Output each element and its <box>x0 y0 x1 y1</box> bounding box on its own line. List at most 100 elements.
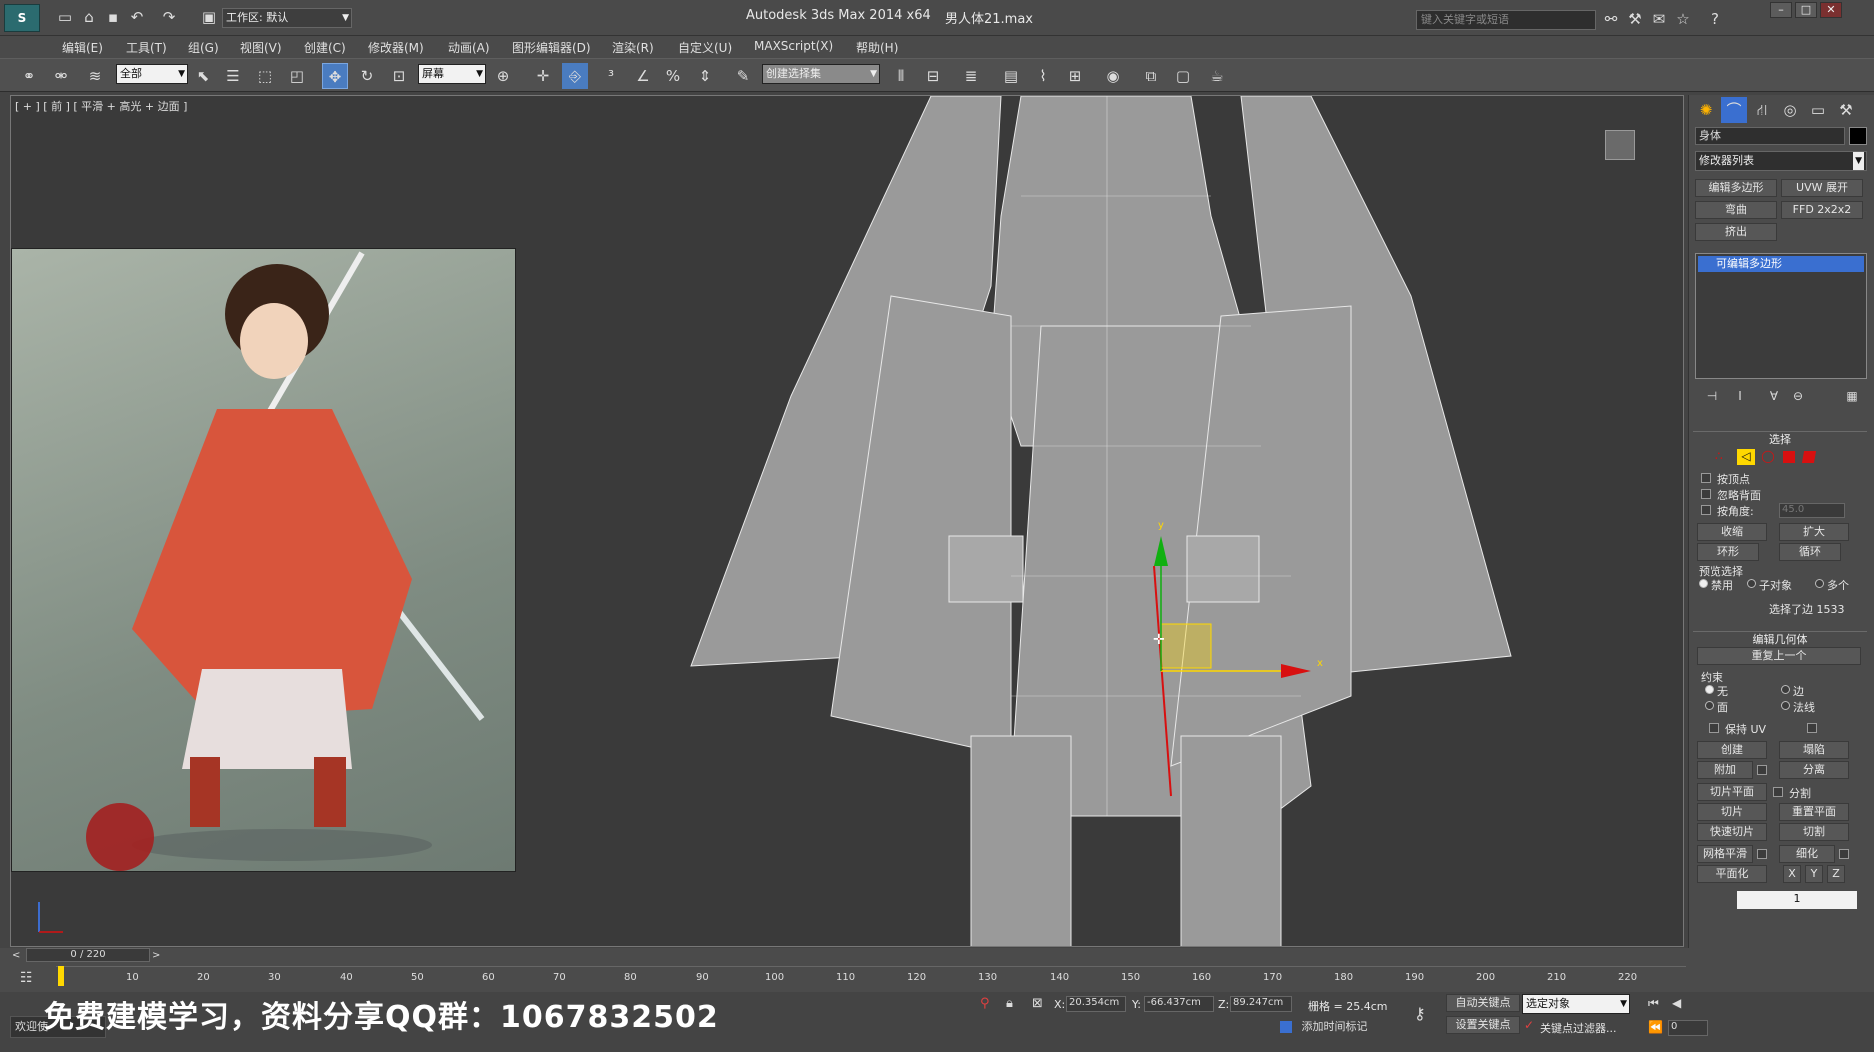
edit-geometry-rollout-title[interactable]: 编辑几何体 <box>1693 631 1867 647</box>
select-by-name-icon[interactable]: ☰ <box>220 63 246 89</box>
bind-spacewarp-icon[interactable]: ≋ <box>82 63 108 89</box>
timeline-prev-icon[interactable]: < <box>12 950 20 961</box>
key-filters-label[interactable]: 关键点过滤器... <box>1540 1020 1617 1036</box>
split-checkbox[interactable] <box>1773 787 1783 797</box>
angle-snap-icon[interactable]: ∠ <box>630 63 656 89</box>
object-name-field[interactable]: 身体 <box>1695 127 1845 145</box>
select-object-icon[interactable]: ⬉ <box>190 63 216 89</box>
constraint-normal-radio[interactable] <box>1781 701 1790 710</box>
menu-help[interactable]: 帮助(H) <box>856 39 898 56</box>
menu-maxscript[interactable]: MAXScript(X) <box>754 39 833 53</box>
ffd-button[interactable]: FFD 2x2x2 <box>1781 201 1863 219</box>
y-coord-field[interactable]: -66.437cm <box>1144 996 1214 1012</box>
set-key-icon[interactable]: ✓ <box>1524 1018 1534 1032</box>
key-filter-dropdown[interactable]: 选定对象 ▼ <box>1522 994 1630 1014</box>
modifier-list-dropdown[interactable]: 修改器列表 ▼ <box>1695 151 1867 171</box>
wrench-icon[interactable]: ⚒ <box>1622 6 1648 32</box>
minimize-button[interactable]: – <box>1770 2 1792 18</box>
extrude-button[interactable]: 挤出 <box>1695 223 1777 241</box>
graphite-ribbon-icon[interactable]: ▤ <box>998 63 1024 89</box>
absolute-mode-icon[interactable]: ⊠ <box>1032 996 1043 1011</box>
keyboard-shortcut-icon[interactable]: ⎆ <box>562 63 588 89</box>
border-mode-icon[interactable]: ◯ <box>1759 449 1777 465</box>
modify-tab-icon[interactable]: ⌒ <box>1721 97 1747 123</box>
align-icon[interactable]: ⊟ <box>920 63 946 89</box>
rotate-icon[interactable]: ↻ <box>354 63 380 89</box>
menu-views[interactable]: 视图(V) <box>240 39 282 56</box>
window-crossing-icon[interactable]: ◰ <box>284 63 310 89</box>
workspace-dropdown[interactable]: 工作区: 默认 ▼ <box>222 8 352 28</box>
set-key-button[interactable]: 设置关键点 <box>1446 1016 1520 1034</box>
menu-tools[interactable]: 工具(T) <box>126 39 167 56</box>
timeline-next-icon[interactable]: > <box>152 950 160 961</box>
track-bar[interactable] <box>56 966 1686 986</box>
planar-x-button[interactable]: X <box>1783 865 1801 883</box>
vertex-mode-icon[interactable]: ∴ <box>1715 449 1733 465</box>
edit-named-selection-icon[interactable]: ✎ <box>730 63 756 89</box>
preview-subobj-radio[interactable] <box>1747 579 1756 588</box>
scale-icon[interactable]: ⊡ <box>386 63 412 89</box>
preview-off-radio[interactable] <box>1699 579 1708 588</box>
bend-button[interactable]: 弯曲 <box>1695 201 1777 219</box>
object-color-swatch[interactable] <box>1849 127 1867 145</box>
preview-multi-radio[interactable] <box>1815 579 1824 588</box>
save-icon[interactable]: ▪ <box>100 4 126 30</box>
project-folder-icon[interactable]: ▣ <box>196 4 222 30</box>
link-icon[interactable]: ⚭ <box>16 63 42 89</box>
spinner-snap-icon[interactable]: ⇕ <box>692 63 718 89</box>
menu-rendering[interactable]: 渲染(R) <box>612 39 654 56</box>
edge-mode-icon[interactable]: ◁ <box>1737 449 1755 465</box>
app-logo-icon[interactable]: S <box>4 4 40 32</box>
uvw-unwrap-button[interactable]: UVW 展开 <box>1781 179 1863 197</box>
goto-start-icon[interactable]: ⏮ <box>1648 996 1659 1011</box>
pivot-center-icon[interactable]: ⊕ <box>490 63 516 89</box>
remove-modifier-icon[interactable]: ⊖ <box>1785 383 1811 409</box>
display-tab-icon[interactable]: ▭ <box>1805 97 1831 123</box>
prev-frame-icon[interactable]: ◀ <box>1672 996 1681 1010</box>
auto-key-button[interactable]: 自动关键点 <box>1446 994 1520 1012</box>
redo-icon[interactable]: ↷ <box>156 4 182 30</box>
slice-plane-button[interactable]: 切片平面 <box>1697 783 1767 801</box>
selection-filter-dropdown[interactable]: 全部 ▼ <box>116 64 188 84</box>
element-mode-icon[interactable] <box>1801 451 1817 463</box>
menu-graph-editors[interactable]: 图形编辑器(D) <box>512 39 591 56</box>
meshsmooth-settings-button[interactable] <box>1757 849 1767 859</box>
undo-icon[interactable]: ↶ <box>124 4 150 30</box>
close-button[interactable]: ✕ <box>1820 2 1842 18</box>
snap-toggle-icon[interactable]: ³ <box>598 63 624 89</box>
constraint-edge-radio[interactable] <box>1781 685 1790 694</box>
motion-tab-icon[interactable]: ◎ <box>1777 97 1803 123</box>
select-manipulate-icon[interactable]: ✛ <box>530 63 556 89</box>
by-vertex-checkbox[interactable] <box>1701 473 1711 483</box>
tessellate-button[interactable]: 细化 <box>1779 845 1835 863</box>
open-file-icon[interactable]: ⌂ <box>76 4 102 30</box>
make-unique-icon[interactable]: ∀ <box>1761 383 1787 409</box>
named-selection-dropdown[interactable]: 创建选择集 ▼ <box>762 64 880 84</box>
utilities-tab-icon[interactable]: ⚒ <box>1833 97 1859 123</box>
schematic-view-icon[interactable]: ⊞ <box>1062 63 1088 89</box>
menu-group[interactable]: 组(G) <box>188 39 219 56</box>
maximize-button[interactable]: □ <box>1795 2 1817 18</box>
polygon-mode-icon[interactable] <box>1783 451 1795 463</box>
time-cursor[interactable] <box>58 966 64 986</box>
front-viewport[interactable]: [ + ] [ 前 ] [ 平滑 + 高光 + 边面 ] x y ✛ <box>10 95 1684 947</box>
binoculars-icon[interactable]: ⚯ <box>1598 6 1624 32</box>
viewcube-icon[interactable] <box>1605 130 1635 160</box>
constraint-none-radio[interactable] <box>1705 685 1714 694</box>
planar-z-button[interactable]: Z <box>1827 865 1845 883</box>
time-slider[interactable]: 0 / 220 <box>26 948 150 962</box>
preserve-uv-settings-button[interactable] <box>1807 723 1817 733</box>
planar-y-button[interactable]: Y <box>1805 865 1823 883</box>
create-button[interactable]: 创建 <box>1697 741 1767 759</box>
star-icon[interactable]: ☆ <box>1670 6 1696 32</box>
stack-item-editable-poly[interactable]: 可编辑多边形 <box>1698 256 1864 272</box>
by-angle-checkbox[interactable] <box>1701 505 1711 515</box>
attach-button[interactable]: 附加 <box>1697 761 1753 779</box>
lock-selection-icon[interactable]: 🔒︎ <box>1006 996 1013 1011</box>
angle-spinner[interactable]: 45.0 <box>1779 503 1845 518</box>
show-end-result-icon[interactable]: I <box>1727 383 1753 409</box>
material-editor-icon[interactable]: ◉ <box>1100 63 1126 89</box>
shrink-button[interactable]: 收缩 <box>1697 523 1767 541</box>
menu-customize[interactable]: 自定义(U) <box>678 39 732 56</box>
render-setup-icon[interactable]: ⧉ <box>1138 63 1164 89</box>
